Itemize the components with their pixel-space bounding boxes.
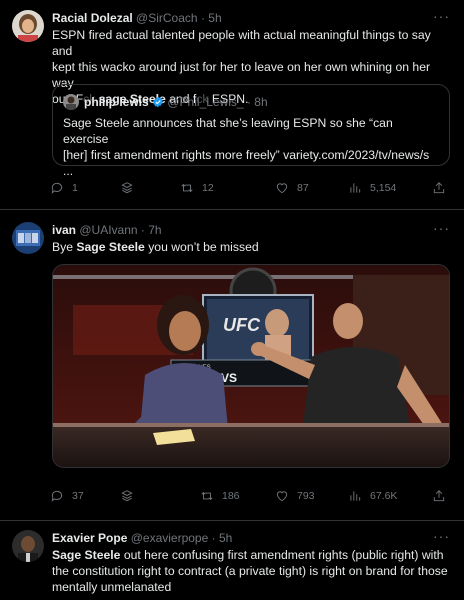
reply-button[interactable]: 37 xyxy=(50,489,84,503)
more-icon[interactable]: ··· xyxy=(433,528,450,544)
quoted-display-name[interactable]: philip lewis xyxy=(84,95,149,109)
quoted-timestamp[interactable]: · 8h xyxy=(247,95,268,109)
avatar[interactable] xyxy=(12,530,44,562)
tweet[interactable]: Exavier Pope @exavierpope · 5h ··· Sage … xyxy=(0,521,464,600)
retweet-icon xyxy=(181,183,193,193)
views-icon xyxy=(350,183,361,193)
highlighted-term: Sage Steele xyxy=(76,240,145,254)
quoted-text-ellipsis: ... xyxy=(63,164,74,178)
avatar[interactable] xyxy=(12,10,44,42)
quoted-handle[interactable]: @Phil_Lewis_ xyxy=(167,95,243,109)
user-handle[interactable]: @UAIvann xyxy=(79,223,137,237)
tv-studio-photo: UFC JON JONES JONES VS xyxy=(53,265,449,467)
retweet-button[interactable]: 12 xyxy=(180,181,214,195)
bookmark-stack-button[interactable] xyxy=(120,489,134,503)
quoted-header: philip lewis @Phil_Lewis_ · 8h xyxy=(84,94,268,110)
avatar[interactable] xyxy=(12,222,44,254)
tweet-text-line: mentally unmelanated xyxy=(52,580,172,594)
quoted-tweet[interactable]: philip lewis @Phil_Lewis_ · 8h Sage Stee… xyxy=(52,84,450,178)
share-icon xyxy=(433,182,445,194)
view-count: 5,154 xyxy=(370,182,397,194)
retweet-icon xyxy=(201,491,213,501)
action-bar: 1 12 87 5,154 xyxy=(50,181,450,199)
views-icon xyxy=(350,491,361,501)
like-count: 793 xyxy=(297,490,315,502)
view-count: 67.6K xyxy=(370,490,398,502)
bookmark-stack-icon xyxy=(121,490,133,502)
tweet-text-line: Sage Steele out here confusing first ame… xyxy=(52,548,444,562)
ufc-logo-text: UFC xyxy=(223,315,261,335)
like-icon xyxy=(276,491,288,502)
tweet-text: Sage Steele out here confusing first ame… xyxy=(52,547,454,595)
user-handle[interactable]: @exavierpope xyxy=(131,531,209,545)
like-count: 87 xyxy=(297,182,309,194)
reply-count: 37 xyxy=(72,490,84,502)
quoted-text-line: [her] first amendment rights more freely… xyxy=(63,148,430,162)
tweet-header: Racial Dolezal @SirCoach · 5h xyxy=(52,11,222,25)
quoted-text: Sage Steele announces that she’s leaving… xyxy=(63,115,441,179)
verified-badge-icon xyxy=(153,96,163,108)
views-button[interactable]: 5,154 xyxy=(348,181,396,195)
reply-icon xyxy=(51,490,63,502)
reply-icon xyxy=(51,182,63,194)
quoted-avatar[interactable] xyxy=(63,94,79,110)
bookmark-stack-icon xyxy=(121,182,133,194)
tweet-header: ivan @UAIvann · 7h xyxy=(52,223,162,237)
tweet[interactable]: ivan @UAIvann · 7h ··· Bye Sage Steele y… xyxy=(0,210,464,521)
like-icon xyxy=(276,183,288,194)
reply-button[interactable]: 1 xyxy=(50,181,78,195)
media-image[interactable]: UFC JON JONES JONES VS xyxy=(52,264,450,468)
tweet-text: Bye Sage Steele you won’t be missed xyxy=(52,240,259,254)
display-name[interactable]: Exavier Pope xyxy=(52,531,127,545)
share-button[interactable] xyxy=(432,489,446,503)
tweet[interactable]: Racial Dolezal @SirCoach · 5h ··· ESPN f… xyxy=(0,0,464,210)
highlighted-term: Sage Steele xyxy=(52,548,121,562)
share-button[interactable] xyxy=(432,181,446,195)
like-button[interactable]: 793 xyxy=(275,489,315,503)
timestamp[interactable]: · 5h xyxy=(212,531,233,545)
tweet-text-line: ESPN fired actual talented people with a… xyxy=(52,28,431,58)
more-icon[interactable]: ··· xyxy=(433,8,450,24)
retweet-count: 186 xyxy=(222,490,240,502)
display-name[interactable]: ivan xyxy=(52,223,76,237)
bookmark-stack-button[interactable] xyxy=(120,181,134,195)
retweet-button[interactable]: 186 xyxy=(200,489,240,503)
quoted-text-line: Sage Steele announces that she’s leaving… xyxy=(63,116,393,146)
tweet-text-line: the constitution right to contract (a pr… xyxy=(52,564,448,578)
tweet-header: Exavier Pope @exavierpope · 5h xyxy=(52,531,232,545)
retweet-count: 12 xyxy=(202,182,214,194)
reply-count: 1 xyxy=(72,182,78,194)
views-button[interactable]: 67.6K xyxy=(348,489,397,503)
timestamp[interactable]: · 7h xyxy=(141,223,162,237)
share-icon xyxy=(433,490,445,502)
user-handle[interactable]: @SirCoach xyxy=(136,11,198,25)
like-button[interactable]: 87 xyxy=(275,181,309,195)
more-icon[interactable]: ··· xyxy=(433,220,450,236)
action-bar: 37 186 793 67.6K xyxy=(50,489,450,507)
display-name[interactable]: Racial Dolezal xyxy=(52,11,133,25)
timestamp[interactable]: · 5h xyxy=(201,11,222,25)
